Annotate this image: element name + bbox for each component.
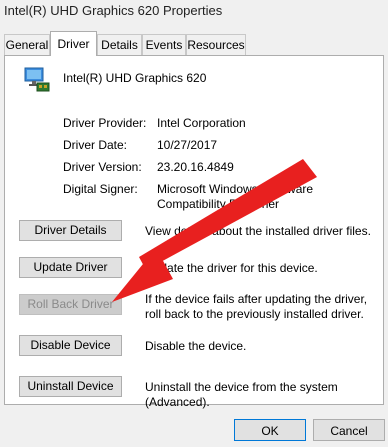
disable-device-button[interactable]: Disable Device — [19, 335, 122, 356]
roll-back-driver-description: If the device fails after updating the d… — [145, 292, 368, 321]
update-driver-button[interactable]: Update Driver — [19, 257, 122, 278]
tab-events[interactable]: Events — [142, 34, 186, 55]
driver-provider-label: Driver Provider: — [63, 116, 147, 130]
uninstall-device-button[interactable]: Uninstall Device — [19, 376, 122, 397]
tab-resources[interactable]: Resources — [186, 34, 246, 55]
digital-signer-value: Microsoft Windows Hardware Compatibility… — [157, 182, 314, 211]
ok-button[interactable]: OK — [234, 419, 306, 441]
display-adapter-icon — [23, 66, 51, 97]
uninstall-device-description: Uninstall the device from the system (Ad… — [145, 380, 338, 409]
update-driver-description: Update the driver for this device. — [145, 261, 318, 275]
driver-details-description: View details about the installed driver … — [145, 224, 371, 238]
tab-driver[interactable]: Driver — [50, 31, 97, 56]
window-title: Intel(R) UHD Graphics 620 Properties — [4, 3, 223, 18]
device-name: Intel(R) UHD Graphics 620 — [63, 71, 207, 85]
digital-signer-label: Digital Signer: — [63, 182, 138, 196]
cancel-button[interactable]: Cancel — [313, 419, 385, 441]
driver-date-value: 10/27/2017 — [157, 138, 218, 152]
driver-panel: Intel(R) UHD Graphics 620 Driver Provide… — [4, 55, 384, 409]
roll-back-driver-button[interactable]: Roll Back Driver — [19, 294, 122, 315]
tab-details[interactable]: Details — [97, 34, 142, 55]
driver-details-button[interactable]: Driver Details — [19, 220, 122, 241]
driver-version-value: 23.20.16.4849 — [157, 160, 234, 174]
driver-date-label: Driver Date: — [63, 138, 128, 152]
driver-version-label: Driver Version: — [63, 160, 142, 174]
disable-device-description: Disable the device. — [145, 339, 247, 353]
tab-general[interactable]: General — [4, 34, 50, 55]
driver-provider-value: Intel Corporation — [157, 116, 246, 130]
